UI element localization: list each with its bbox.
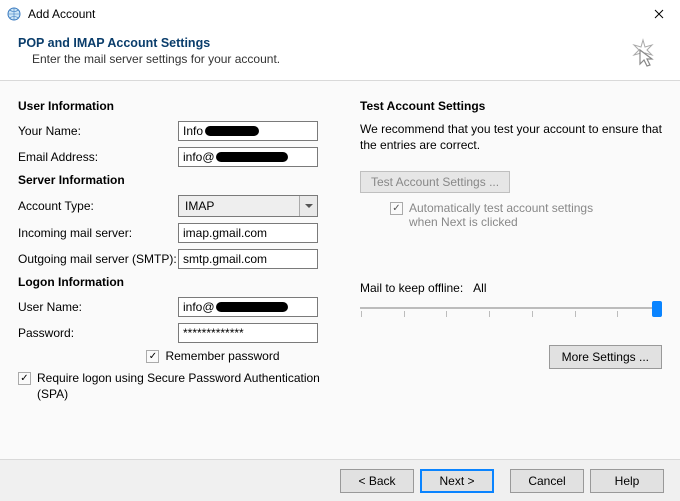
user-name-label: User Name:	[18, 300, 178, 314]
section-server-info: Server Information	[18, 173, 348, 187]
chevron-down-icon	[299, 196, 317, 216]
remember-password-label: Remember password	[165, 349, 279, 363]
right-column: Test Account Settings We recommend that …	[348, 95, 662, 461]
slider-thumb[interactable]	[652, 301, 662, 317]
account-type-label: Account Type:	[18, 199, 178, 213]
incoming-value: imap.gmail.com	[183, 226, 267, 240]
redacted-text	[216, 152, 288, 162]
mail-offline-label: Mail to keep offline:	[360, 281, 463, 295]
cancel-button[interactable]: Cancel	[510, 469, 584, 493]
password-input[interactable]: *************	[178, 323, 318, 343]
your-name-input[interactable]: Info	[178, 121, 318, 141]
account-type-value: IMAP	[185, 199, 214, 213]
next-button[interactable]: Next >	[420, 469, 494, 493]
redacted-text	[216, 302, 288, 312]
user-name-input[interactable]: info@	[178, 297, 318, 317]
spa-label: Require logon using Secure Password Auth…	[37, 371, 328, 402]
section-user-info: User Information	[18, 99, 348, 113]
test-account-button: Test Account Settings ...	[360, 171, 510, 193]
password-value: *************	[183, 326, 244, 340]
test-settings-desc: We recommend that you test your account …	[360, 121, 662, 153]
redacted-text	[205, 126, 259, 136]
back-button[interactable]: < Back	[340, 469, 414, 493]
close-button[interactable]	[644, 4, 674, 24]
help-button[interactable]: Help	[590, 469, 664, 493]
dialog-header: POP and IMAP Account Settings Enter the …	[0, 28, 680, 81]
test-settings-title: Test Account Settings	[360, 99, 662, 113]
outgoing-value: smtp.gmail.com	[183, 252, 267, 266]
header-title: POP and IMAP Account Settings	[18, 36, 662, 50]
your-name-label: Your Name:	[18, 124, 178, 138]
incoming-input[interactable]: imap.gmail.com	[178, 223, 318, 243]
dialog-footer: < Back Next > Cancel Help	[0, 459, 680, 501]
auto-test-label: Automatically test account settings when…	[409, 201, 620, 229]
slider-track	[360, 307, 662, 309]
mail-offline-value: All	[473, 281, 486, 295]
user-name-value: info@	[183, 300, 215, 314]
password-label: Password:	[18, 326, 178, 340]
outgoing-label: Outgoing mail server (SMTP):	[18, 252, 178, 266]
section-logon-info: Logon Information	[18, 275, 348, 289]
your-name-value: Info	[183, 124, 203, 138]
window-title: Add Account	[28, 7, 644, 21]
incoming-label: Incoming mail server:	[18, 226, 178, 240]
left-column: User Information Your Name: Info Email A…	[18, 95, 348, 461]
app-icon	[6, 6, 22, 22]
mail-offline-slider[interactable]	[360, 299, 662, 323]
email-value: info@	[183, 150, 215, 164]
auto-test-checkbox	[390, 202, 403, 215]
outgoing-input[interactable]: smtp.gmail.com	[178, 249, 318, 269]
spa-checkbox[interactable]	[18, 372, 31, 385]
more-settings-button[interactable]: More Settings ...	[549, 345, 662, 369]
account-type-select[interactable]: IMAP	[178, 195, 318, 217]
remember-password-checkbox[interactable]	[146, 350, 159, 363]
title-bar: Add Account	[0, 0, 680, 28]
pointer-graphic	[626, 36, 660, 73]
email-input[interactable]: info@	[178, 147, 318, 167]
slider-ticks	[360, 311, 662, 317]
header-subtitle: Enter the mail server settings for your …	[32, 52, 662, 66]
email-label: Email Address:	[18, 150, 178, 164]
content-area: User Information Your Name: Info Email A…	[0, 81, 680, 461]
